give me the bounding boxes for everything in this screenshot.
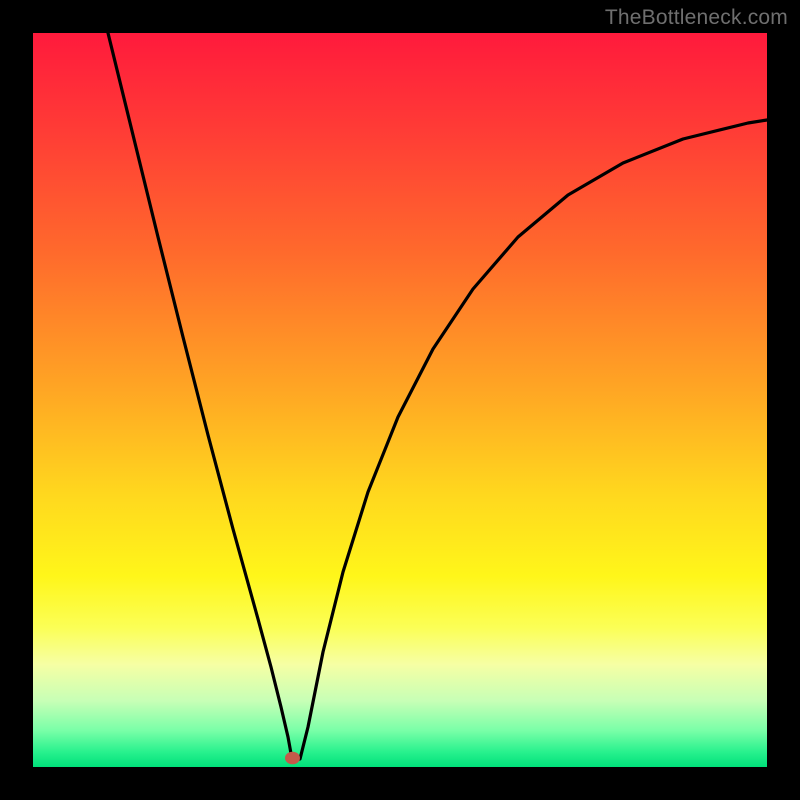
optimal-point-marker bbox=[285, 752, 300, 765]
watermark-text: TheBottleneck.com bbox=[605, 6, 788, 30]
bottleneck-curve bbox=[108, 33, 767, 759]
plot-area bbox=[33, 33, 767, 767]
curve-layer bbox=[33, 33, 767, 767]
chart-frame: TheBottleneck.com bbox=[0, 0, 800, 800]
